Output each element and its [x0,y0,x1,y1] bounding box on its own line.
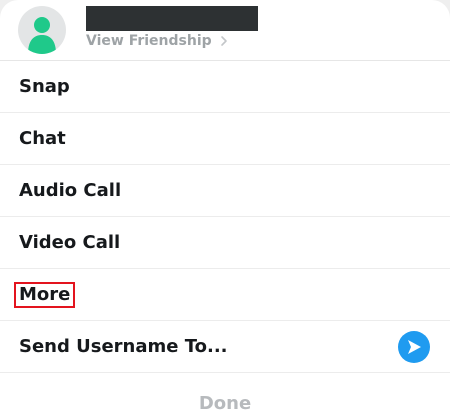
menu-item-label-highlighted: More [14,281,76,308]
chevron-right-icon [220,36,227,46]
send-button[interactable] [398,331,430,363]
action-sheet: View Friendship Snap Chat Audio Call Vid… [0,0,450,416]
menu-item-video-call[interactable]: Video Call [0,217,450,269]
menu-item-send-username[interactable]: Send Username To... [0,321,450,373]
view-friendship-link[interactable]: View Friendship [86,33,230,49]
redacted-display-name [86,6,258,31]
menu-item-chat[interactable]: Chat [0,113,450,165]
menu-item-audio-call[interactable]: Audio Call [0,165,450,217]
send-arrow-icon [408,340,421,354]
menu-item-label: Snap [19,76,70,97]
menu-item-snap[interactable]: Snap [0,61,450,113]
menu-item-label: Audio Call [19,180,122,201]
menu-item-label: Send Username To... [19,336,228,357]
person-silhouette-icon [28,17,56,54]
view-friendship-label: View Friendship [86,33,212,49]
menu-item-label: Video Call [19,232,121,253]
friend-header: View Friendship [0,0,450,61]
menu-item-label: Chat [19,128,66,149]
avatar[interactable] [18,6,66,54]
menu-item-more[interactable]: More [0,269,450,321]
done-button[interactable]: Done [0,380,450,416]
